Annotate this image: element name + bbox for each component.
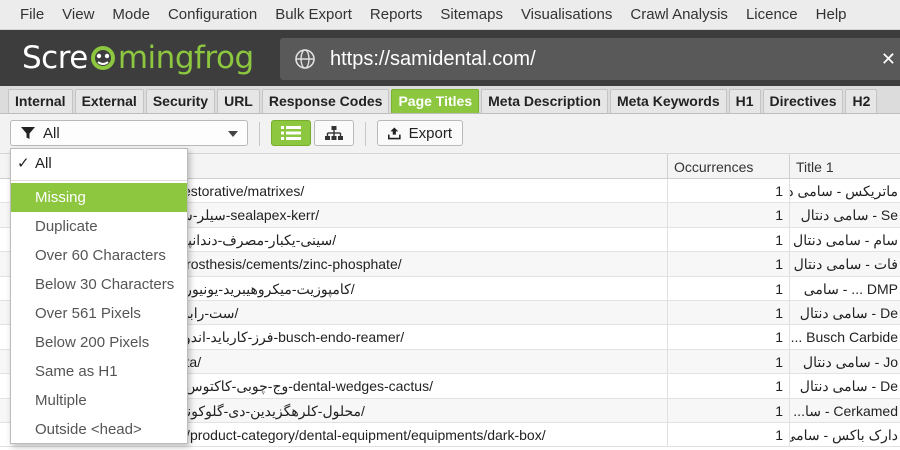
menu-bar: File View Mode Configuration Bulk Export…: [0, 0, 900, 30]
title-cell: دارک باکس - سامی دنتال: [789, 422, 900, 447]
menu-sitemaps[interactable]: Sitemaps: [431, 0, 512, 29]
menu-mode[interactable]: Mode: [103, 0, 159, 29]
dropdown-item-label: Outside <head>: [35, 421, 142, 438]
tab-internal[interactable]: Internal: [8, 89, 73, 113]
title-cell: Busch Carbide ...: [789, 325, 900, 350]
dropdown-item-label: Below 30 Characters: [35, 276, 175, 293]
dropdown-item[interactable]: Missing: [11, 183, 187, 212]
occurrences-cell: 1: [667, 252, 789, 277]
list-view-icon: [281, 126, 301, 140]
tab-security[interactable]: Security: [145, 89, 216, 113]
list-view-button[interactable]: [271, 120, 311, 146]
tab-bar: Internal External Security URL Response …: [0, 86, 900, 114]
title-cell: ماتریکس - سامی دنتال: [789, 179, 900, 203]
tab-url[interactable]: URL: [217, 89, 260, 113]
tab-response-codes[interactable]: Response Codes: [261, 89, 390, 113]
url-text[interactable]: https://samidental.com/: [330, 48, 536, 71]
menu-view[interactable]: View: [53, 0, 103, 29]
column-header-occurrences[interactable]: Occurrences: [667, 154, 789, 179]
title-cell: Jo - سامی دنتال: [789, 349, 900, 374]
tab-directives[interactable]: Directives: [762, 89, 844, 113]
occurrences-cell: 1: [667, 203, 789, 228]
tab-meta-description[interactable]: Meta Description: [481, 89, 608, 113]
title-cell: فات - سامی دنتال: [789, 252, 900, 277]
dropdown-item[interactable]: Over 561 Pixels: [11, 299, 187, 328]
menu-help[interactable]: Help: [807, 0, 856, 29]
occurrences-cell: 1: [667, 374, 789, 399]
filter-value: All: [43, 124, 60, 142]
tree-view-icon: [325, 125, 343, 140]
export-label: Export: [408, 124, 452, 142]
occurrences-cell: 1: [667, 422, 789, 447]
frog-logo-icon: [90, 46, 115, 70]
toolbar-divider: [365, 122, 366, 146]
tab-page-titles[interactable]: Page Titles: [391, 89, 480, 113]
checkmark-icon: ✓: [17, 155, 30, 172]
url-bar[interactable]: https://samidental.com/ ✕: [280, 38, 900, 80]
dropdown-item[interactable]: ✓ All: [11, 149, 187, 178]
export-upload-icon: [388, 127, 401, 140]
title-cell: Se - سامی دنتال: [789, 203, 900, 228]
dropdown-item[interactable]: Over 60 Characters: [11, 241, 187, 270]
occurrences-cell: 1: [667, 227, 789, 252]
menu-file[interactable]: File: [0, 0, 53, 29]
dropdown-item[interactable]: Outside <head>: [11, 415, 187, 444]
dropdown-item[interactable]: Below 30 Characters: [11, 270, 187, 299]
menu-visualisations[interactable]: Visualisations: [512, 0, 621, 29]
close-icon[interactable]: ✕: [881, 49, 896, 70]
menu-crawl-analysis[interactable]: Crawl Analysis: [621, 0, 737, 29]
tree-view-button[interactable]: [314, 120, 354, 146]
occurrences-cell: 1: [667, 325, 789, 350]
globe-icon: [295, 49, 315, 69]
dropdown-item-label: Duplicate: [35, 218, 98, 235]
dropdown-item-label: Missing: [35, 189, 86, 206]
screaming-frog-logo: Scre mingfrog: [22, 38, 254, 78]
title-cell: De - سامی دنتال: [789, 374, 900, 399]
menu-bulk-export[interactable]: Bulk Export: [266, 0, 361, 29]
dropdown-item-label: Same as H1: [35, 363, 118, 380]
dropdown-item[interactable]: Below 200 Pixels: [11, 328, 187, 357]
menu-licence[interactable]: Licence: [737, 0, 807, 29]
occurrences-cell: 1: [667, 179, 789, 203]
filter-select[interactable]: All: [10, 120, 248, 146]
tab-h1[interactable]: H1: [728, 89, 761, 113]
menu-reports[interactable]: Reports: [361, 0, 432, 29]
dropdown-item[interactable]: Multiple: [11, 386, 187, 415]
tab-meta-keywords[interactable]: Meta Keywords: [609, 89, 727, 113]
occurrences-cell: 1: [667, 300, 789, 325]
dropdown-item-label: All: [35, 155, 52, 172]
dropdown-item[interactable]: Same as H1: [11, 357, 187, 386]
toolbar-divider: [259, 122, 260, 146]
dropdown-item-label: Over 60 Characters: [35, 247, 166, 264]
dropdown-item[interactable]: Duplicate: [11, 212, 187, 241]
logo-text-part1: Scre: [22, 40, 88, 76]
menu-configuration[interactable]: Configuration: [159, 0, 266, 29]
chevron-down-icon: [228, 131, 238, 137]
title-cell: Cerkamed - سا...: [789, 398, 900, 423]
export-button[interactable]: Export: [377, 120, 463, 146]
app-header: Scre mingfrog https://samidental.com/ ✕: [0, 30, 900, 86]
tab-h2[interactable]: H2: [845, 89, 878, 113]
occurrences-cell: 1: [667, 398, 789, 423]
filter-funnel-icon: [21, 127, 35, 139]
dropdown-separator: [11, 180, 187, 181]
title-cell: سام - سامی دنتال: [789, 227, 900, 252]
title-cell: De - سامی دنتال: [789, 300, 900, 325]
occurrences-cell: 1: [667, 276, 789, 301]
title-cell: DMP ... - سامی: [789, 276, 900, 301]
tab-external[interactable]: External: [74, 89, 144, 113]
dropdown-item-label: Over 561 Pixels: [35, 305, 141, 322]
column-header-title-1[interactable]: Title 1: [789, 154, 900, 179]
logo-text-part2: mingfrog: [117, 40, 254, 76]
dropdown-item-label: Multiple: [35, 392, 87, 409]
occurrences-cell: 1: [667, 349, 789, 374]
dropdown-item-label: Below 200 Pixels: [35, 334, 150, 351]
filter-dropdown-menu: ✓ All Missing Duplicate Over 60 Characters Be…: [10, 148, 188, 444]
